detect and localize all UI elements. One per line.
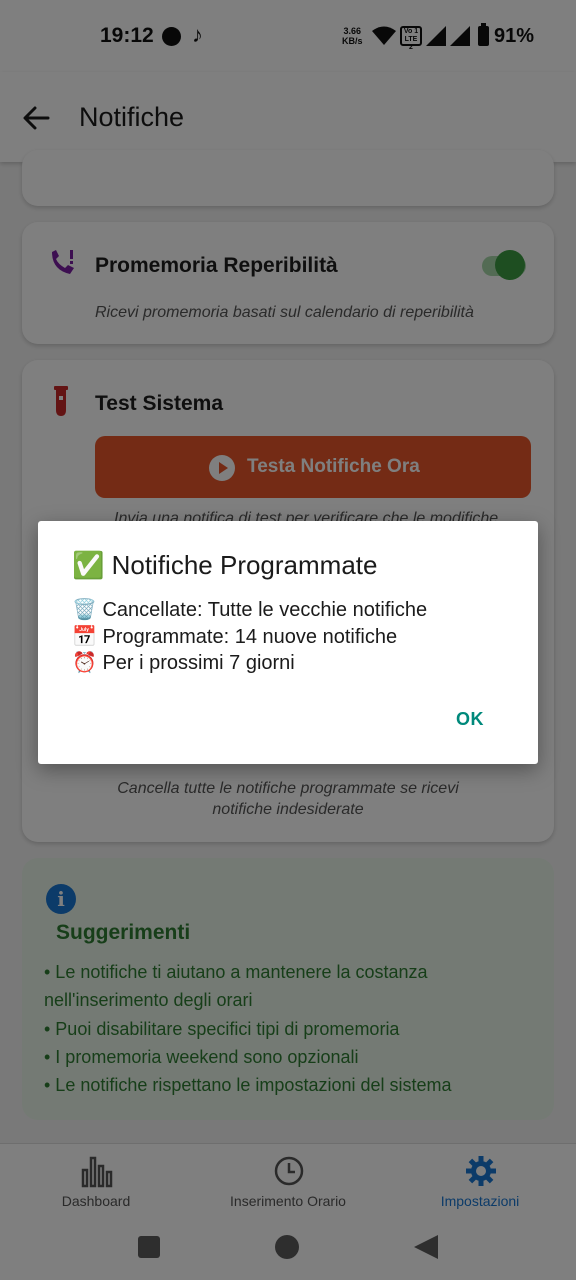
notifications-scheduled-dialog: ✅ Notifiche Programmate 🗑️ Cancellate: T… <box>38 521 538 764</box>
dialog-ok-button[interactable]: OK <box>456 709 484 730</box>
dialog-title: ✅ Notifiche Programmate <box>72 550 378 580</box>
dialog-message: 🗑️ Cancellate: Tutte le vecchie notifich… <box>72 597 427 677</box>
dialog-line: 🗑️ Cancellate: Tutte le vecchie notifich… <box>72 599 428 621</box>
dialog-line: ⏰ Per i prossimi 7 giorni <box>72 652 295 674</box>
dialog-line: 📅 Programmate: 14 nuove notifiche <box>72 625 398 648</box>
